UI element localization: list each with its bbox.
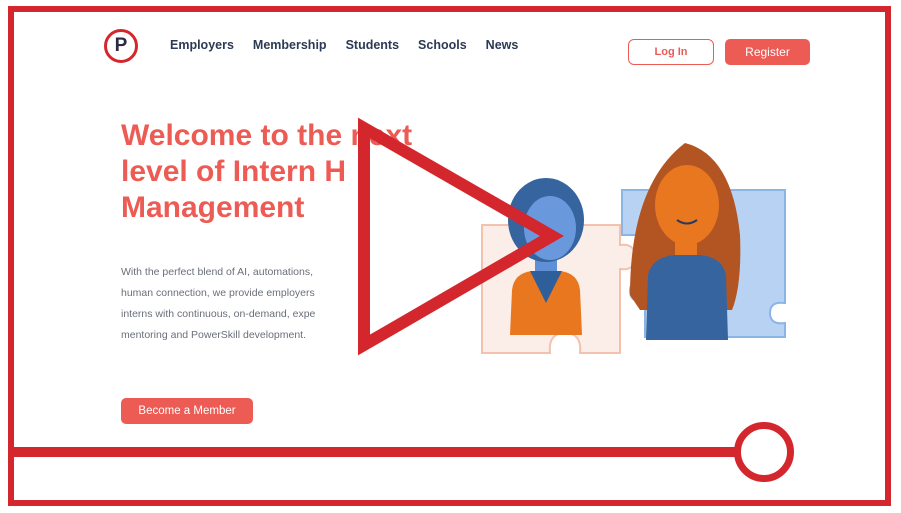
nav-item-students[interactable]: Students [346,38,399,52]
login-button[interactable]: Log In [628,39,714,65]
hero-title: Welcome to the next level of Intern H Ma… [121,118,481,226]
register-button[interactable]: Register [725,39,810,65]
nav-item-membership[interactable]: Membership [253,38,327,52]
nav-item-employers[interactable]: Employers [170,38,234,52]
video-scrubber-handle[interactable] [734,422,794,482]
hero-body-line1: With the perfect blend of AI, automation… [121,266,314,278]
logo-letter: P [114,35,128,56]
video-progress-bar[interactable] [8,447,738,457]
hero-title-line2: level of Intern H [121,155,347,188]
logo[interactable]: P [104,29,138,63]
hero-body-line2: human connection, we provide employers [121,287,315,299]
hero-body-line4: mentoring and PowerSkill development. [121,329,307,341]
nav-item-schools[interactable]: Schools [418,38,467,52]
main-nav: Employers Membership Students Schools Ne… [170,38,518,52]
hero-description: With the perfect blend of AI, automation… [121,262,371,346]
puzzle-people-illustration [481,143,786,354]
become-member-button[interactable]: Become a Member [121,398,253,424]
nav-item-news[interactable]: News [486,38,519,52]
hero-body-line3: interns with continuous, on-demand, expe [121,308,316,320]
hero-title-line3: Management [121,191,305,224]
hero-title-line1: Welcome to the next [121,119,413,152]
